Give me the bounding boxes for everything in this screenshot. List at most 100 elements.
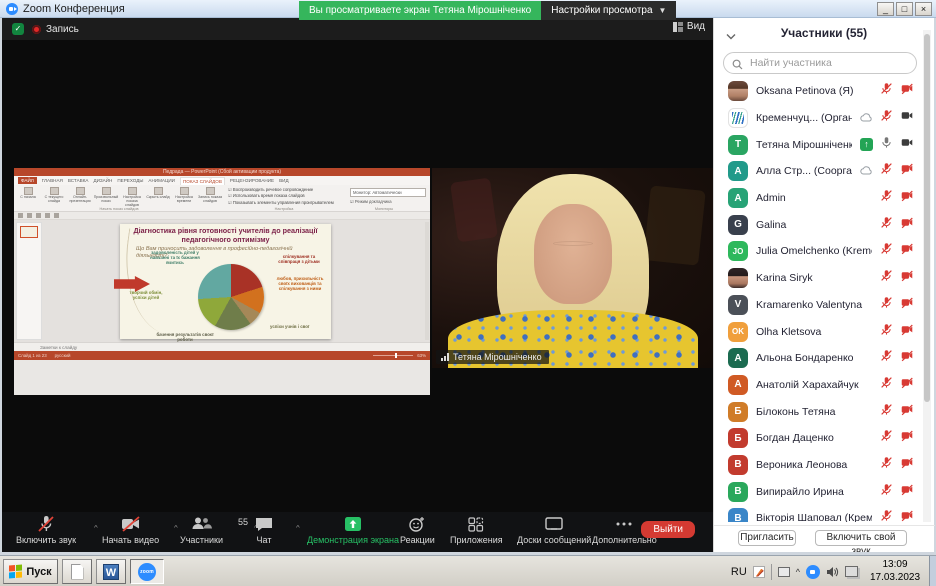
participant-row[interactable]: Б Білоконь Тетяна	[714, 398, 922, 425]
ppt-ribbon-button[interactable]: С начала	[16, 186, 40, 208]
ppt-ribbon-button[interactable]: Онлайн-презентация	[68, 186, 92, 208]
shield-check-icon[interactable]: ✓	[12, 23, 24, 35]
close-button[interactable]: ×	[915, 2, 932, 16]
ppt-tab[interactable]: ВСТАВКА	[68, 178, 89, 183]
participant-row[interactable]: Oksana Petinova (Я)	[714, 78, 922, 105]
pie-label: бачення результатів своєї роботи	[156, 332, 214, 343]
participant-row[interactable]: T Тетяна Мірошніченко ↑	[714, 131, 922, 158]
mic-status-icon	[880, 109, 893, 127]
chevron-up-icon[interactable]: ^	[296, 524, 300, 531]
chevron-up-icon[interactable]: ^	[94, 524, 98, 531]
windows-logo-icon	[9, 564, 23, 579]
minimize-button[interactable]: _	[877, 2, 894, 16]
display-icon[interactable]	[777, 566, 790, 577]
network-icon[interactable]	[845, 566, 858, 577]
collapse-panel-icon[interactable]	[726, 27, 736, 45]
ppt-tab[interactable]: ПЕРЕХОДЫ	[117, 178, 143, 183]
invite-button[interactable]: Пригласить	[738, 530, 796, 546]
ppt-tab[interactable]: ГЛАВНАЯ	[42, 178, 63, 183]
ppt-ribbon-button[interactable]: Настройка времени	[172, 186, 196, 208]
language-indicator[interactable]: RU	[731, 566, 747, 578]
whiteboards-button[interactable]: Доски сообщений	[517, 515, 591, 545]
participant-row[interactable]: А Анатолій Харахайчук	[714, 372, 922, 399]
taskbar-document-button[interactable]	[62, 559, 92, 584]
participant-name: Альона Бондаренко	[756, 352, 854, 365]
avatar: В	[728, 454, 748, 475]
mic-status-icon	[880, 216, 893, 234]
participant-row[interactable]: V Kramarenko Valentyna	[714, 292, 922, 319]
ppt-tab[interactable]: ВИД	[279, 178, 288, 183]
participant-row[interactable]: Кременчуц... (Организатор)	[714, 105, 922, 132]
participant-row[interactable]: В Випирайло Ирина	[714, 478, 922, 505]
show-hidden-icons[interactable]: ^	[796, 567, 800, 577]
taskbar-zoom-button[interactable]: zoom	[130, 559, 164, 584]
ppt-tab[interactable]: ФАЙЛ	[18, 177, 37, 184]
participant-row[interactable]: Б Богдан Даценко	[714, 425, 922, 452]
share-screen-button[interactable]: Демонстрация экрана	[307, 515, 399, 545]
participant-name: Вікторія Шаповал (Кременчук)	[756, 512, 872, 522]
mic-status-icon	[880, 456, 893, 474]
panel-scrollbar[interactable]	[923, 30, 931, 522]
participants-button[interactable]: 55 Участники ^	[180, 515, 258, 545]
zoom-tray-icon[interactable]	[806, 564, 820, 579]
participant-row[interactable]: В Вероника Леонова	[714, 452, 922, 479]
participant-row[interactable]: JO Julia Omelchenko (Kremenchuk)	[714, 238, 922, 265]
camera-status-icon	[900, 483, 914, 501]
chat-button[interactable]: Чат ^	[254, 515, 300, 545]
reactions-button[interactable]: Реакции	[400, 515, 435, 545]
avatar: A	[728, 188, 748, 209]
participant-row[interactable]: A Алла Стр... (Соорганизатор)	[714, 158, 922, 185]
maximize-button[interactable]: □	[896, 2, 913, 16]
view-options-button[interactable]: Настройки просмотра ▼	[541, 1, 677, 20]
ppt-ribbon-button[interactable]: С текущего слайда	[42, 186, 66, 208]
ppt-tab[interactable]: ДИЗАЙН	[93, 178, 112, 183]
participant-name: Випирайло Ирина	[756, 485, 844, 498]
mic-status-icon	[880, 82, 893, 100]
ppt-monitor-dropdown[interactable]: Монитор: Автоматически	[350, 188, 426, 197]
avatar: T	[728, 134, 748, 155]
ppt-slide-thumbnails[interactable]	[16, 222, 42, 340]
leave-button[interactable]: Выйти	[641, 521, 695, 538]
avatar: В	[728, 481, 748, 502]
ppt-tab[interactable]: АНИМАЦИИ	[148, 178, 175, 183]
speaker-icon[interactable]	[826, 566, 839, 578]
ppt-window-title: Педрада — PowerPoint (Сбой активации про…	[14, 168, 430, 176]
ppt-checkbox[interactable]: Показывать элементы управления проигрыва…	[228, 200, 346, 206]
participant-row[interactable]: A Admin	[714, 185, 922, 212]
chevron-up-icon[interactable]: ^	[174, 524, 178, 531]
participant-name: Алла Стр... (Соорганизатор)	[756, 165, 852, 178]
search-participant-input[interactable]	[723, 52, 917, 74]
participant-row[interactable]: G Galina	[714, 211, 922, 238]
ppt-tab[interactable]: ПОКАЗ СЛАЙДОВ	[179, 176, 225, 185]
view-button[interactable]: Вид	[672, 21, 705, 32]
participant-row[interactable]: А Альона Бондаренко	[714, 345, 922, 372]
ppt-tab[interactable]: РЕЦЕНЗИРОВАНИЕ	[230, 178, 274, 183]
apps-button[interactable]: Приложения	[450, 515, 503, 545]
unmute-self-button[interactable]: Включить свой звук	[815, 530, 907, 557]
screen: Zoom Конференция _ □ × Вы просматриваете…	[0, 0, 936, 586]
ppt-ribbon-button[interactable]: Настройка показа слайдов	[120, 186, 144, 208]
taskbar-clock[interactable]: 13:09 17.03.2023	[864, 559, 926, 584]
ppt-scrollbar[interactable]	[425, 222, 429, 340]
start-video-button[interactable]: Начать видео ^	[102, 515, 178, 545]
ppt-ribbon-button[interactable]: Запись показа слайдов	[198, 186, 222, 208]
participant-row[interactable]: OK Olha Kletsova	[714, 318, 922, 345]
ppt-ribbon-button[interactable]: Скрыть слайд	[146, 186, 170, 208]
show-desktop-button[interactable]	[929, 556, 936, 586]
avatar: A	[728, 161, 748, 182]
ppt-ribbon-button[interactable]: Произвольный показ	[94, 186, 118, 208]
language-pen-icon[interactable]	[752, 565, 765, 578]
ppt-notes-bar[interactable]: Заметки к слайду	[14, 342, 430, 351]
participant-row[interactable]: В Вікторія Шаповал (Кременчук)	[714, 505, 922, 522]
speaker-video-tile[interactable]: Тетяна Мірошніченко	[432, 168, 713, 368]
unmute-button[interactable]: Включить звук ^	[16, 515, 98, 545]
video-background	[642, 185, 706, 266]
camera-status-icon	[900, 109, 914, 127]
camera-status-icon	[900, 323, 914, 341]
taskbar-word-button[interactable]: W	[96, 559, 126, 584]
start-button[interactable]: Пуск	[3, 559, 58, 584]
ppt-zoom-slider[interactable]	[373, 353, 414, 357]
participant-row[interactable]: Karina Siryk	[714, 265, 922, 292]
ppt-presenter-checkbox[interactable]: Режим докладчика	[350, 199, 426, 204]
ppt-zoom-level: 63%	[417, 353, 426, 358]
